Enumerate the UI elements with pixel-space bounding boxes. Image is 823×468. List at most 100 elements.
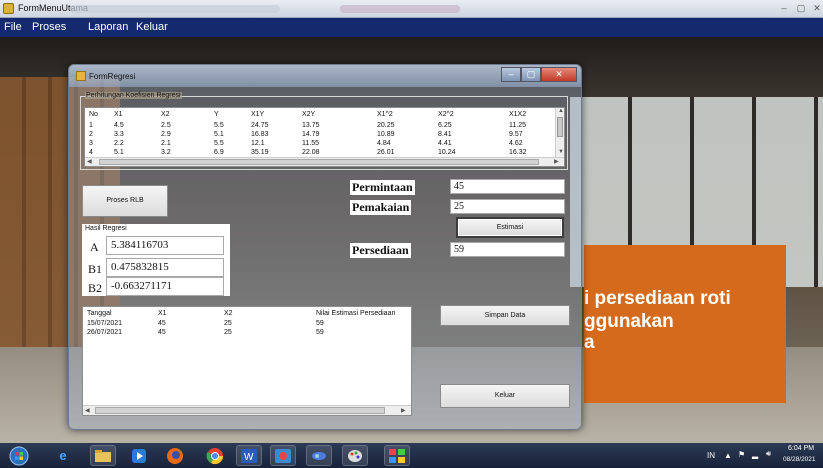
coef-table[interactable]: No X1 X2 Y X1Y X2Y X1^2 X2^2 X1X2 1 4.5 … <box>84 107 565 167</box>
clock-date[interactable]: 08/28/2021 <box>783 456 816 463</box>
cell: 6.9 <box>214 149 224 156</box>
paint-icon[interactable] <box>342 445 368 466</box>
cell: 5.1 <box>114 149 124 156</box>
coef-a-field[interactable]: 5.384116703 <box>106 236 224 255</box>
table-row[interactable]: 26/07/2021 45 25 59 <box>83 328 411 337</box>
horizontal-scrollbar[interactable]: ◀ ▶ <box>83 405 411 415</box>
clock-time[interactable]: 6:04 PM <box>788 445 814 452</box>
horizontal-scrollbar[interactable]: ◀ ▶ <box>85 157 564 166</box>
column-header: Nilai Estimasi Persediaan <box>316 310 396 317</box>
cell: 10.24 <box>438 149 456 156</box>
cell: 6.25 <box>438 122 452 129</box>
cell: 2.1 <box>161 140 171 147</box>
result-table[interactable]: Tanggal X1 X2 Nilai Estimasi Persediaan … <box>82 306 412 416</box>
flag-icon[interactable]: ⚑ <box>738 450 745 459</box>
cell: 24.75 <box>251 122 269 129</box>
banner-text: ggunakan <box>584 311 674 332</box>
app-icon <box>3 3 14 14</box>
column-header: X1 <box>114 111 123 118</box>
table-row[interactable]: 3 2.2 2.1 5.5 12.1 11.55 4.84 4.41 4.62 <box>85 139 555 148</box>
cell: 4 <box>89 149 93 156</box>
word-icon[interactable]: W <box>236 445 262 466</box>
minimize-button[interactable]: – <box>777 3 791 14</box>
cell: 9.57 <box>509 131 523 138</box>
menu-file[interactable]: File <box>4 21 22 33</box>
ie-icon[interactable]: e <box>50 445 76 466</box>
form-close-button[interactable]: ✕ <box>541 67 577 82</box>
table-row[interactable]: 2 3.3 2.9 5.1 16.83 14.79 10.89 8.41 9.5… <box>85 130 555 139</box>
start-orb-icon[interactable] <box>6 445 32 466</box>
banner-text: i persediaan roti <box>584 288 731 309</box>
explorer-icon[interactable] <box>90 445 116 466</box>
cell: 5.5 <box>214 122 224 129</box>
cell: 59 <box>316 320 324 327</box>
scroll-thumb[interactable] <box>557 117 563 137</box>
column-header: X1Y <box>251 111 265 118</box>
proses-rlb-button[interactable]: Proses RLB <box>82 185 168 217</box>
firefox-icon[interactable] <box>162 445 188 466</box>
cell: 12.1 <box>251 140 265 147</box>
app-icon[interactable] <box>270 445 296 466</box>
app2-icon[interactable] <box>306 445 332 466</box>
cell: 59 <box>316 329 324 336</box>
winforms-icon[interactable] <box>384 445 410 466</box>
menu-proses[interactable]: Proses <box>32 21 66 33</box>
vertical-scrollbar[interactable]: ▲ ▼ <box>555 108 564 158</box>
cell: 14.79 <box>302 131 320 138</box>
cell: 3.2 <box>161 149 171 156</box>
media-player-icon[interactable] <box>126 445 152 466</box>
table-row[interactable]: 1 4.5 2.5 5.5 24.75 13.75 20.25 6.25 11.… <box>85 121 555 130</box>
scroll-up-icon[interactable]: ▲ <box>558 108 564 114</box>
cell: 26.01 <box>377 149 395 156</box>
persediaan-output[interactable]: 59 <box>450 242 565 257</box>
close-button[interactable]: ✕ <box>810 3 823 14</box>
form-title-bar: FormRegresi – ▢ ✕ <box>69 65 581 87</box>
cell: 10.89 <box>377 131 395 138</box>
column-header: X1X2 <box>509 111 527 118</box>
volume-icon[interactable]: 🔊︎ <box>766 449 771 459</box>
chrome-icon[interactable] <box>202 445 228 466</box>
permintaan-label: Permintaan <box>350 180 415 195</box>
pemakaian-label: Pemakaian <box>350 200 412 215</box>
cell: 25 <box>224 320 232 327</box>
table-row[interactable]: 15/07/2021 45 25 59 <box>83 319 411 328</box>
column-header: X1^2 <box>377 111 393 118</box>
maximize-button[interactable]: ▢ <box>794 3 808 14</box>
form-title: FormRegresi <box>89 72 136 81</box>
scroll-thumb[interactable] <box>95 407 385 414</box>
scroll-down-icon[interactable]: ▼ <box>558 149 564 155</box>
table-header-row: No X1 X2 Y X1Y X2Y X1^2 X2^2 X1X2 <box>85 110 555 119</box>
cell: 11.55 <box>302 140 319 147</box>
chevron-up-icon[interactable]: ▲ <box>724 451 732 460</box>
scroll-left-icon[interactable]: ◀ <box>85 407 90 414</box>
form-minimize-button[interactable]: – <box>501 67 521 82</box>
cell: 2.5 <box>161 122 171 129</box>
menu-laporan[interactable]: Laporan <box>88 21 128 33</box>
cell: 15/07/2021 <box>87 320 123 327</box>
network-icon[interactable]: ▂ <box>752 450 758 459</box>
simpan-data-button[interactable]: Simpan Data <box>440 305 570 326</box>
table-header-row: Tanggal X1 X2 Nilai Estimasi Persediaan <box>83 309 411 318</box>
cell: 25 <box>224 329 232 336</box>
coef-a-label: A <box>90 240 99 254</box>
scroll-right-icon[interactable]: ▶ <box>401 407 406 414</box>
table-row[interactable]: 4 5.1 3.2 6.9 35.19 22.08 26.01 10.24 16… <box>85 148 555 157</box>
column-header: X2Y <box>302 111 316 118</box>
pemakaian-input[interactable]: 25 <box>450 199 565 214</box>
form-maximize-button[interactable]: ▢ <box>521 67 541 82</box>
cell: 5.5 <box>214 140 224 147</box>
cell: 5.1 <box>214 131 224 138</box>
permintaan-input[interactable]: 45 <box>450 179 565 194</box>
menu-keluar[interactable]: Keluar <box>136 21 168 33</box>
scroll-thumb[interactable] <box>99 159 539 165</box>
scroll-left-icon[interactable]: ◀ <box>87 158 92 165</box>
column-header: X1 <box>158 310 167 317</box>
keluar-button[interactable]: Keluar <box>440 384 570 408</box>
estimasi-button[interactable]: Estimasi <box>456 217 564 238</box>
language-indicator[interactable]: IN <box>707 451 715 460</box>
coef-b2-field[interactable]: -0.663271171 <box>106 277 224 296</box>
coef-b1-field[interactable]: 0.475832815 <box>106 258 224 277</box>
cell: 3.3 <box>114 131 124 138</box>
scroll-right-icon[interactable]: ▶ <box>554 158 559 165</box>
taskbar: e W IN ▲ ⚑ ▂ 🔊︎ 6:04 PM 08/28/2021 <box>0 443 823 468</box>
